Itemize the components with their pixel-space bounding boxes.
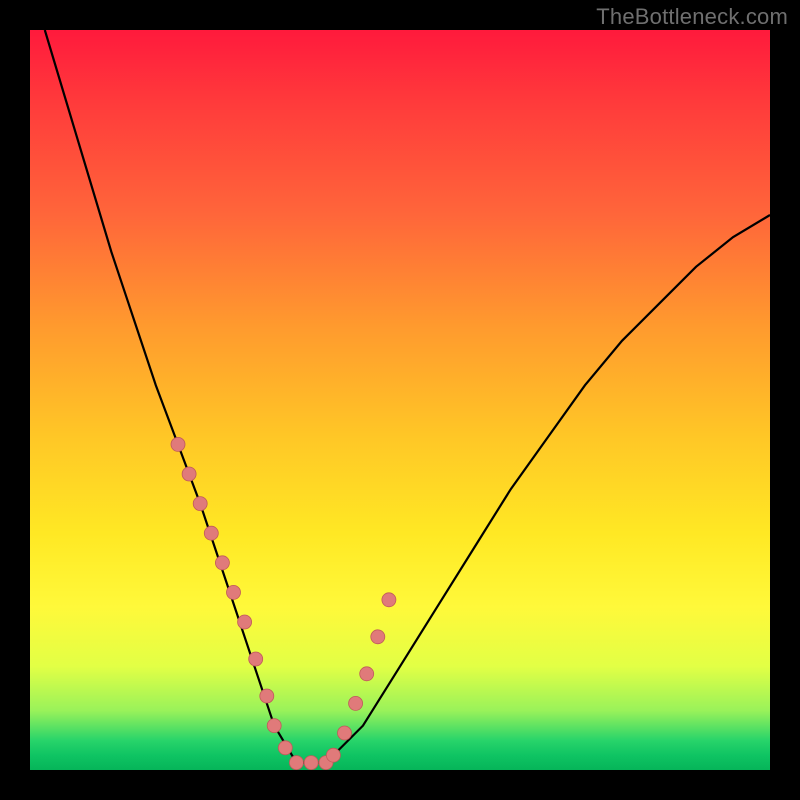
highlight-dot [260,689,274,703]
highlight-dot [193,497,207,511]
chart-plot-area [30,30,770,770]
highlight-dot [304,756,318,770]
highlight-dot [349,696,363,710]
highlight-dot [382,593,396,607]
highlight-dot [204,526,218,540]
highlight-dot [227,585,241,599]
chart-frame: TheBottleneck.com [0,0,800,800]
highlight-dot [338,726,352,740]
highlight-dot [267,719,281,733]
highlight-dot [171,437,185,451]
highlight-dot [215,556,229,570]
highlight-dot [182,467,196,481]
highlight-dot [249,652,263,666]
highlight-dot [360,667,374,681]
highlight-dot [289,756,303,770]
highlight-dot [326,748,340,762]
highlight-dot [278,741,292,755]
watermark-text: TheBottleneck.com [596,4,788,30]
highlight-dots-group [171,437,396,769]
chart-svg [30,30,770,770]
highlight-dot [238,615,252,629]
highlight-dot [371,630,385,644]
bottleneck-curve [45,30,770,763]
